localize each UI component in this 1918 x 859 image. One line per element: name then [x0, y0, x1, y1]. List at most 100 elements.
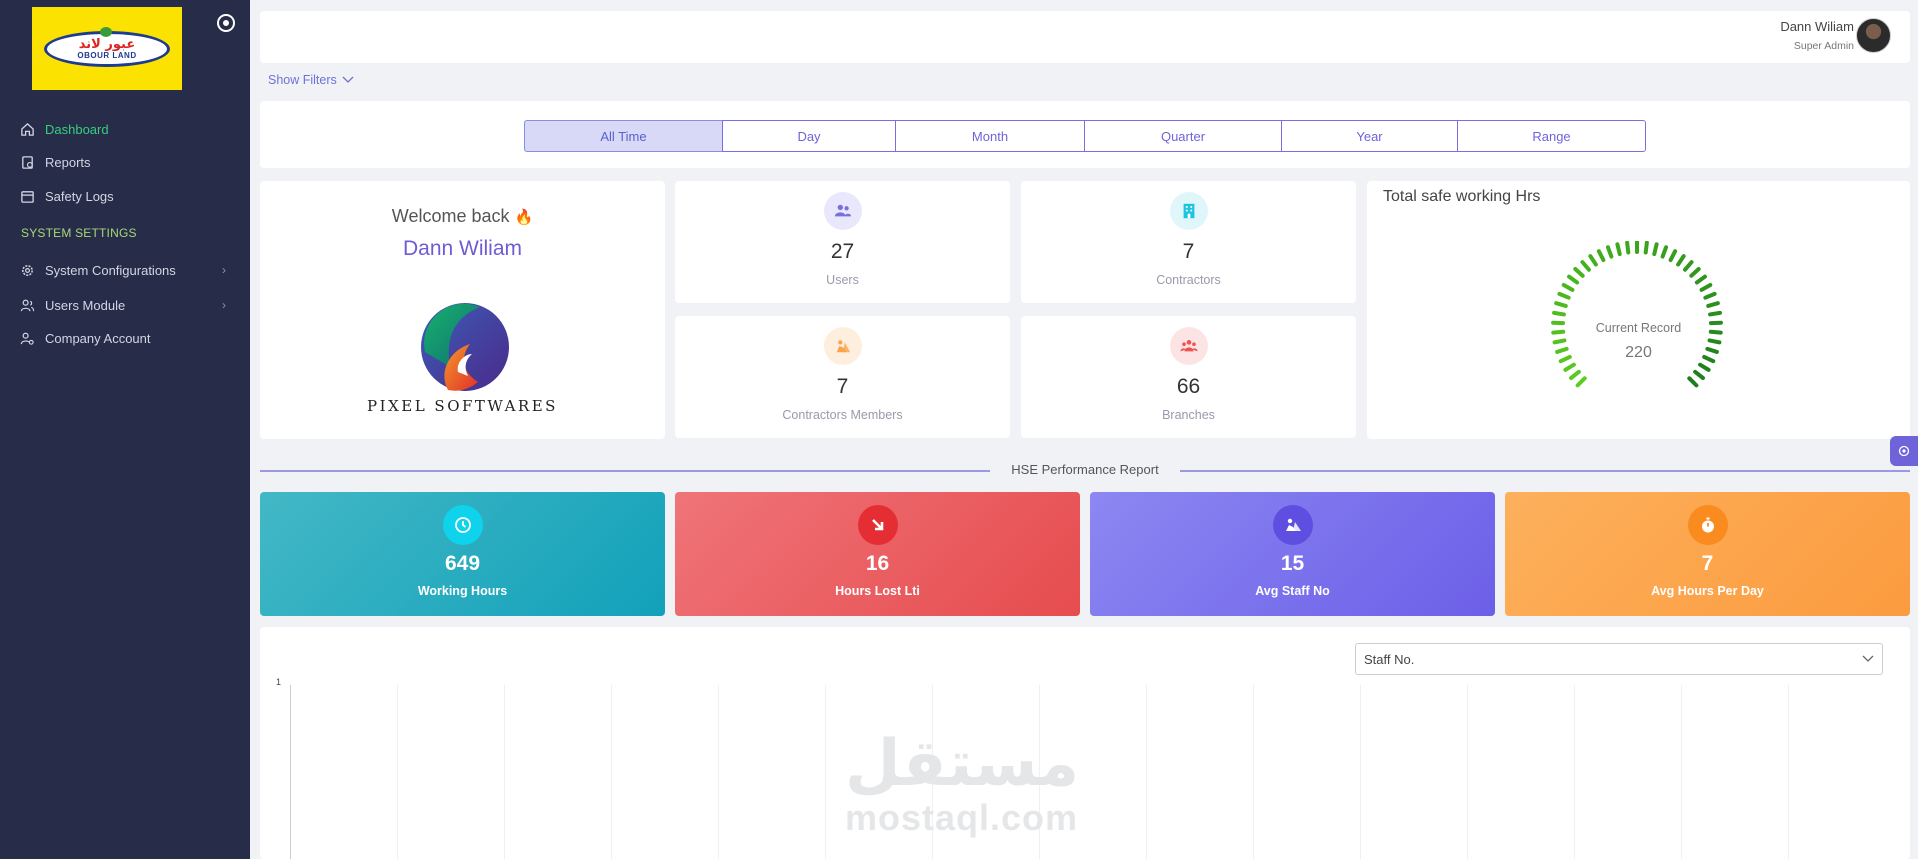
- stat-card-users[interactable]: 27 Users: [675, 181, 1010, 303]
- sidebar-item-label: Safety Logs: [45, 188, 114, 204]
- company-account-icon: [20, 332, 34, 345]
- grid-line: [1681, 685, 1682, 859]
- stat-value: 7: [1182, 240, 1195, 263]
- safe-working-hours-card: Total safe working Hrs Current Record 22…: [1367, 181, 1910, 439]
- building-icon: [1169, 192, 1208, 230]
- gauge-tick: [1625, 241, 1631, 255]
- stat-card-contractors-members[interactable]: 7 Contractors Members: [675, 316, 1010, 438]
- grid-line: [1574, 685, 1575, 859]
- grid-line: [1788, 685, 1789, 859]
- grid-line: [1467, 685, 1468, 859]
- welcome-title-text: Welcome back: [391, 206, 510, 226]
- gear-icon: [22, 264, 33, 276]
- gauge-tick: [1588, 254, 1598, 267]
- time-range-quarter[interactable]: Quarter: [1084, 120, 1282, 152]
- time-range-all-time[interactable]: All Time: [524, 120, 723, 152]
- grid-line: [1360, 685, 1361, 859]
- company-logo-text: PIXEL SOFTWARES: [367, 397, 558, 415]
- gauge-tick: [1689, 266, 1701, 278]
- time-range-range[interactable]: Range: [1457, 120, 1646, 152]
- grid-line: [825, 685, 826, 859]
- kpi-label: Working Hours: [417, 584, 508, 598]
- stat-value: 66: [1176, 375, 1201, 398]
- gauge-tick: [1694, 274, 1707, 285]
- user-name[interactable]: Dann Wiliam: [1780, 19, 1854, 34]
- sidebar-item-label: Users Module: [45, 297, 126, 313]
- chart-metric-select[interactable]: Staff No.: [1355, 643, 1883, 675]
- divider-right: [1180, 470, 1910, 472]
- gauge-tick: [1698, 362, 1711, 372]
- fire-emoji-icon: 🔥: [514, 209, 534, 226]
- sidebar-item-users-module[interactable]: Users Module: [20, 295, 125, 315]
- stat-card-branches[interactable]: 66 Branches: [1021, 316, 1356, 438]
- kpi-hours-lost-lti[interactable]: 16 Hours Lost Lti: [675, 492, 1080, 616]
- gauge-tick: [1596, 249, 1606, 263]
- sidebar-item-system-configurations[interactable]: System Configurations: [20, 260, 176, 280]
- gauge-tick: [1563, 362, 1576, 372]
- gauge-tick: [1652, 242, 1659, 257]
- gauge-tick: [1554, 301, 1568, 308]
- kpi-value: 649: [444, 552, 481, 575]
- grid-line: [1253, 685, 1254, 859]
- show-filters-toggle[interactable]: Show Filters: [268, 73, 354, 87]
- gauge-tick: [1580, 260, 1591, 272]
- brand-logo[interactable]: عبور لاند OBOUR LAND: [32, 7, 182, 90]
- y-axis-tick: 1: [276, 677, 282, 687]
- sidebar: عبور لاند OBOUR LAND Dashboard Reports S…: [0, 0, 250, 859]
- grid-line: [397, 685, 398, 859]
- gauge-tick: [1708, 310, 1722, 317]
- logo-arabic-text: عبور لاند: [78, 36, 136, 52]
- stat-label: Users: [826, 273, 859, 287]
- gauge-tick: [1643, 241, 1649, 255]
- gauge-tick: [1707, 338, 1722, 345]
- kpi-avg-staff-no[interactable]: 15 Avg Staff No: [1090, 492, 1495, 616]
- logo-english-text: OBOUR LAND: [77, 50, 137, 60]
- sidebar-item-dashboard[interactable]: Dashboard: [20, 119, 109, 139]
- y-axis-line: [290, 685, 291, 859]
- welcome-card: Welcome back 🔥 Dann Wiliam PIXEL SOFTWAR…: [260, 181, 665, 439]
- gauge-label: Current Record: [1595, 321, 1682, 335]
- kpi-working-hours[interactable]: 649 Working Hours: [260, 492, 665, 616]
- system-settings-heading: SYSTEM SETTINGS: [21, 226, 137, 240]
- time-range-day[interactable]: Day: [722, 120, 896, 152]
- chart-metric-selected: Staff No.: [1364, 651, 1415, 667]
- sidebar-item-safety-logs[interactable]: Safety Logs: [20, 186, 114, 206]
- chevron-down-icon: [342, 76, 354, 83]
- staff-chart-card: Staff No. 1 مستقل mostaql.com: [260, 627, 1910, 859]
- worker-icon: [823, 327, 862, 365]
- gauge-tick: [1660, 245, 1669, 259]
- chevron-right-icon: ›: [222, 298, 226, 312]
- kpi-avg-hours-per-day[interactable]: 7 Avg Hours Per Day: [1505, 492, 1910, 616]
- gauge-tick: [1573, 266, 1585, 278]
- kpi-value: 15: [1280, 552, 1305, 575]
- gauge-tick: [1668, 249, 1678, 263]
- logo-oval: عبور لاند OBOUR LAND: [44, 26, 170, 67]
- settings-panel-handle[interactable]: [1890, 436, 1918, 466]
- watermark-arabic: مستقل: [845, 727, 1080, 801]
- stat-card-contractors[interactable]: 7 Contractors: [1021, 181, 1356, 303]
- arrow-down-right-icon: [857, 505, 898, 545]
- stat-label: Contractors Members: [782, 408, 903, 422]
- gauge-tick: [1561, 282, 1575, 292]
- time-range-month[interactable]: Month: [895, 120, 1085, 152]
- time-range-year[interactable]: Year: [1281, 120, 1458, 152]
- grid-line: [1146, 685, 1147, 859]
- sidebar-item-company-account[interactable]: Company Account: [20, 328, 151, 348]
- pixel-softwares-logo: [421, 303, 509, 391]
- logo-leaf-icon: [100, 26, 112, 37]
- watermark-english: mostaql.com: [845, 797, 1079, 838]
- kpi-label: Avg Staff No: [1255, 584, 1330, 598]
- gauge-tick: [1567, 274, 1580, 285]
- stopwatch-icon: [1687, 505, 1728, 545]
- sidebar-item-reports[interactable]: Reports: [20, 152, 91, 172]
- kpi-value: 7: [1701, 552, 1714, 575]
- home-icon: [21, 122, 34, 136]
- gauge-tick: [1575, 376, 1587, 388]
- avatar[interactable]: [1856, 18, 1891, 53]
- kpi-label: Hours Lost Lti: [835, 584, 920, 598]
- stat-label: Branches: [1162, 408, 1215, 422]
- gauge-tick: [1676, 254, 1686, 267]
- sidebar-toggle-icon[interactable]: [216, 13, 236, 33]
- grid-line: [611, 685, 612, 859]
- kpi-value: 16: [865, 552, 890, 575]
